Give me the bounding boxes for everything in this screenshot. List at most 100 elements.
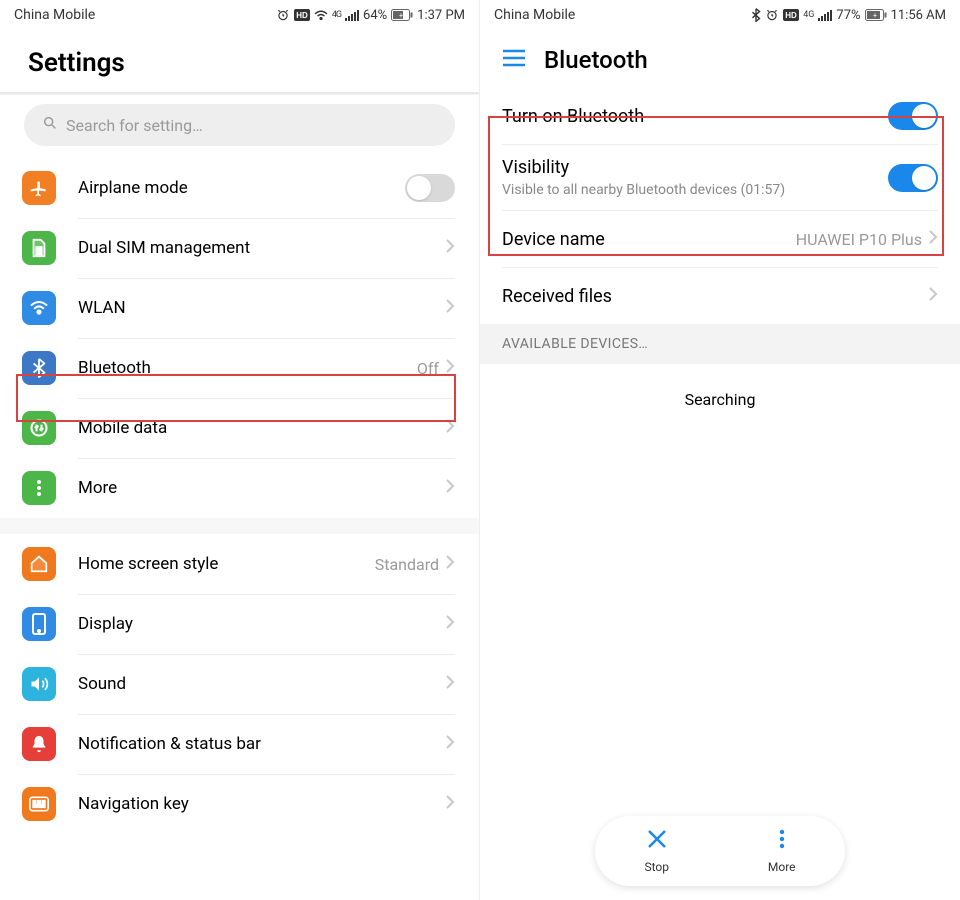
- battery-percent: 64%: [363, 8, 387, 23]
- svg-text:+: +: [399, 12, 403, 20]
- chevron-right-icon: [445, 298, 455, 318]
- nav-key-icon: [22, 787, 56, 821]
- row-label: Visibility: [502, 157, 888, 178]
- row-value: Off: [417, 359, 439, 378]
- signal-icon: 4G: [803, 10, 814, 20]
- battery-percent: 77%: [836, 8, 860, 23]
- alarm-icon: [276, 8, 290, 22]
- row-label: Sound: [78, 674, 445, 694]
- row-value: HUAWEI P10 Plus: [796, 230, 922, 249]
- home-icon: [22, 547, 56, 581]
- settings-screen: China Mobile HD 4G 64% +: [0, 0, 480, 900]
- row-device-name[interactable]: Device name HUAWEI P10 Plus: [480, 211, 960, 267]
- chevron-right-icon: [445, 794, 455, 814]
- row-label: Navigation key: [78, 794, 445, 814]
- row-sublabel: Visible to all nearby Bluetooth devices …: [502, 182, 888, 198]
- svg-text:HD: HD: [296, 11, 308, 20]
- chevron-right-icon: [928, 286, 938, 306]
- battery-icon: +: [391, 9, 413, 21]
- page-title: Settings: [0, 30, 479, 92]
- close-icon: [646, 828, 668, 856]
- signal-icon: 4G: [332, 10, 341, 20]
- bluetooth-icon: [22, 351, 56, 385]
- row-dual-sim[interactable]: Dual SIM management: [0, 218, 479, 278]
- searching-label: Searching: [480, 364, 960, 435]
- chevron-right-icon: [445, 418, 455, 438]
- alarm-icon: [765, 8, 779, 22]
- clock-label: 1:37 PM: [417, 8, 465, 23]
- airplane-toggle[interactable]: [405, 174, 455, 202]
- status-bar: China Mobile HD 4G 77% +: [480, 0, 960, 30]
- bluetooth-status-icon: [751, 8, 761, 22]
- row-home-screen-style[interactable]: Home screen style Standard: [0, 534, 479, 594]
- chevron-right-icon: [445, 238, 455, 258]
- more-icon: [22, 471, 56, 505]
- row-label: Display: [78, 614, 445, 634]
- row-mobile-data[interactable]: Mobile data: [0, 398, 479, 458]
- row-label: Received files: [502, 286, 928, 307]
- carrier-label: China Mobile: [494, 7, 575, 23]
- row-label: More: [78, 478, 445, 498]
- row-wlan[interactable]: WLAN: [0, 278, 479, 338]
- stop-button[interactable]: Stop: [644, 828, 669, 874]
- menu-icon[interactable]: [502, 49, 526, 71]
- row-visibility[interactable]: Visibility Visible to all nearby Bluetoo…: [480, 145, 960, 210]
- chevron-right-icon: [445, 614, 455, 634]
- row-turn-on-bluetooth[interactable]: Turn on Bluetooth: [480, 88, 960, 144]
- row-sound[interactable]: Sound: [0, 654, 479, 714]
- chevron-right-icon: [445, 734, 455, 754]
- row-label: Notification & status bar: [78, 734, 445, 754]
- carrier-label: China Mobile: [14, 7, 95, 23]
- chevron-right-icon: [445, 554, 455, 574]
- row-received-files[interactable]: Received files: [480, 268, 960, 324]
- bell-icon: [22, 727, 56, 761]
- mobile-data-icon: [22, 411, 56, 445]
- search-input[interactable]: Search for setting…: [24, 104, 455, 146]
- available-devices-header: AVAILABLE DEVICES…: [480, 324, 960, 364]
- sim-icon: [22, 231, 56, 265]
- status-bar: China Mobile HD 4G 64% +: [0, 0, 479, 30]
- section-gap: [0, 518, 479, 534]
- row-more[interactable]: More: [0, 458, 479, 518]
- visibility-toggle[interactable]: [888, 164, 938, 192]
- row-label: Mobile data: [78, 418, 445, 438]
- page-title: Bluetooth: [544, 46, 648, 74]
- row-label: Airplane mode: [78, 178, 405, 198]
- more-vertical-icon: [778, 828, 786, 856]
- sound-icon: [22, 667, 56, 701]
- cell-bars-icon: [818, 9, 832, 21]
- chevron-right-icon: [445, 358, 455, 378]
- search-icon: [42, 115, 58, 135]
- search-placeholder: Search for setting…: [66, 116, 203, 135]
- wifi-icon: [314, 9, 328, 21]
- stop-label: Stop: [644, 860, 669, 874]
- bluetooth-toggle[interactable]: [888, 102, 938, 130]
- chevron-right-icon: [928, 229, 938, 249]
- row-navigation-key[interactable]: Navigation key: [0, 774, 479, 834]
- row-display[interactable]: Display: [0, 594, 479, 654]
- row-bluetooth[interactable]: Bluetooth Off: [0, 338, 479, 398]
- chevron-right-icon: [445, 674, 455, 694]
- display-icon: [22, 607, 56, 641]
- chevron-right-icon: [445, 478, 455, 498]
- row-notification-status-bar[interactable]: Notification & status bar: [0, 714, 479, 774]
- row-label: Turn on Bluetooth: [502, 106, 888, 127]
- row-airplane-mode[interactable]: Airplane mode: [0, 158, 479, 218]
- row-label: Device name: [502, 229, 796, 250]
- bluetooth-screen: China Mobile HD 4G 77% +: [480, 0, 960, 900]
- hd-icon: HD: [294, 9, 310, 21]
- battery-icon: +: [865, 9, 887, 21]
- row-value: Standard: [375, 555, 439, 574]
- cell-bars-icon: [345, 9, 359, 21]
- svg-text:+: +: [873, 12, 877, 20]
- airplane-icon: [22, 171, 56, 205]
- hd-icon: HD: [783, 9, 799, 21]
- wifi-icon: [22, 291, 56, 325]
- row-label: WLAN: [78, 298, 445, 318]
- row-label: Bluetooth: [78, 358, 417, 378]
- action-bar: Stop More: [595, 816, 845, 886]
- more-button[interactable]: More: [768, 828, 796, 874]
- row-label: Home screen style: [78, 554, 375, 574]
- header-divider: [0, 92, 479, 94]
- row-label: Dual SIM management: [78, 238, 445, 258]
